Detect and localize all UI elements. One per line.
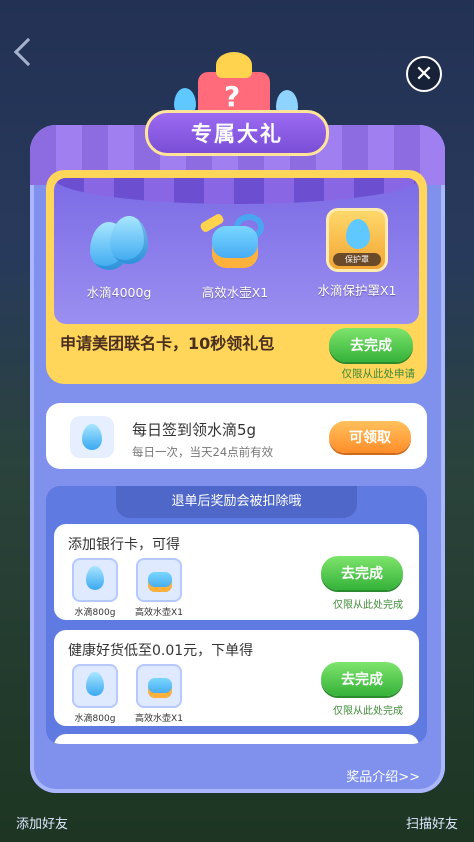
watering-can-icon <box>136 664 182 708</box>
prize-intro-link[interactable]: 奖品介绍>> <box>346 766 420 785</box>
watering-can-icon <box>199 208 270 278</box>
reward-shield: 保护罩 水滴保护罩X1 <box>302 208 412 299</box>
task-hint: 仅限从此处完成 <box>333 600 403 611</box>
task-list-header: 退单后奖励会被扣除哦 <box>116 486 357 518</box>
close-icon[interactable]: ✕ <box>406 56 442 92</box>
daily-checkin-card: 每日签到领水滴5g 每日一次，当天24点前有效 可领取 <box>46 403 427 469</box>
list-item <box>54 734 419 744</box>
apply-hint: 仅限从此处申请 <box>341 368 416 380</box>
task-reward: 高效水壶X1 <box>132 558 186 618</box>
task-complete-button[interactable]: 去完成 <box>321 662 403 696</box>
reward-water: 水滴4000g <box>64 208 174 301</box>
task-reward: 水滴800g <box>68 558 122 618</box>
modal-title: 专属大礼 <box>145 110 329 156</box>
water-drop-icon <box>72 664 118 708</box>
water-drop-icon <box>84 208 154 278</box>
task-reward: 高效水壶X1 <box>132 664 186 724</box>
daily-title: 每日签到领水滴5g <box>132 421 257 439</box>
shield-icon: 保护罩 <box>326 208 388 272</box>
task-reward: 水滴800g <box>68 664 122 724</box>
reward-stage: 水滴4000g 高效水壶X1 保护罩 水滴保护罩X1 申请美团联名卡，10秒领礼… <box>46 170 427 384</box>
scan-friend-label: 扫描好友 <box>405 817 458 832</box>
water-drop-icon <box>70 416 114 458</box>
task-hint: 仅限从此处完成 <box>333 706 403 717</box>
task-title: 健康好货低至0.01元，下单得 <box>68 643 254 659</box>
water-drop-icon <box>72 558 118 602</box>
reward-watering-can: 高效水壶X1 <box>180 208 290 301</box>
watering-can-icon <box>136 558 182 602</box>
task-title: 添加银行卡，可得 <box>68 537 180 553</box>
apply-complete-button[interactable]: 去完成 <box>329 328 413 362</box>
task-item: 健康好货低至0.01元，下单得 水滴800g 高效水壶X1 去完成 仅限从此处完… <box>54 630 419 726</box>
task-complete-button[interactable]: 去完成 <box>321 556 403 590</box>
add-friend-label: 添加好友 <box>16 817 69 832</box>
task-list[interactable]: 退单后奖励会被扣除哦 添加银行卡，可得 水滴800g 高效水壶X1 去完成 仅限… <box>46 486 427 744</box>
claim-button[interactable]: 可领取 <box>329 421 411 453</box>
task-item: 添加银行卡，可得 水滴800g 高效水壶X1 去完成 仅限从此处完成 <box>54 524 419 620</box>
daily-subtitle: 每日一次，当天24点前有效 <box>132 445 274 459</box>
apply-card-text: 申请美团联名卡，10秒领礼包 <box>60 334 275 353</box>
